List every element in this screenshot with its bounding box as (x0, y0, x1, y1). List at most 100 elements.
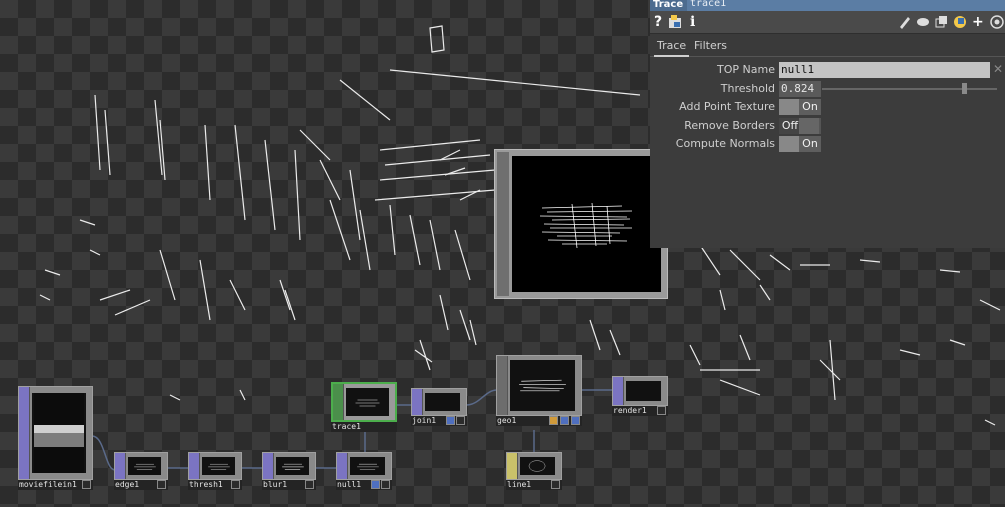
node-flag[interactable] (231, 480, 240, 489)
node-blur1[interactable]: blur1 (262, 452, 316, 490)
threshold-value-field[interactable]: 0.824 (779, 81, 821, 97)
node-edge1[interactable]: edge1 (114, 452, 168, 490)
threshold-slider[interactable] (822, 83, 997, 94)
toggle-knob (799, 118, 819, 134)
node-type-strip (19, 387, 30, 479)
node-thumbnail (128, 457, 161, 475)
node-thumbnail (425, 393, 460, 411)
compute-normals-toggle[interactable]: On (779, 136, 821, 152)
cam1-render-output (539, 202, 633, 249)
clone-icon[interactable] (934, 14, 948, 30)
param-label: Threshold (720, 82, 775, 95)
node-thumbnail (276, 457, 309, 475)
node-trace1-name: trace1 (331, 422, 397, 432)
param-label: TOP Name (717, 63, 775, 76)
node-thumbnail (32, 393, 86, 473)
node-thumbnail (350, 457, 385, 475)
operator-name-field[interactable]: trace1 (687, 0, 1005, 11)
python-icon[interactable] (953, 14, 967, 30)
panel-toolbar: ? i + (650, 11, 1005, 34)
node-render1[interactable]: render1 (612, 376, 668, 416)
add-icon[interactable]: + (972, 14, 984, 30)
param-row-remove-borders: Remove Borders Off (650, 118, 1005, 134)
node-type-strip (497, 356, 508, 415)
clear-field-icon[interactable]: ✕ (993, 62, 1003, 76)
parameter-tabs: Trace Filters (650, 34, 1005, 57)
node-body (188, 452, 242, 480)
toggle-state: On (799, 99, 821, 115)
param-label: Compute Normals (675, 137, 775, 150)
node-flag[interactable] (551, 480, 560, 489)
node-flag-display[interactable] (446, 416, 455, 425)
node-type-strip (412, 389, 423, 415)
node-join1[interactable]: join1 (411, 388, 467, 426)
movie-thumbnail (34, 393, 84, 473)
node-type-strip (613, 377, 624, 405)
operator-type-label: Trace (653, 0, 684, 10)
target-icon[interactable] (989, 14, 1005, 30)
node-flag[interactable] (157, 480, 166, 489)
node-type-strip (333, 384, 344, 420)
tab-trace[interactable]: Trace (654, 37, 690, 57)
node-geo1-name: geo1 (496, 416, 582, 426)
toggle-state: Off (779, 118, 801, 134)
toggle-state: On (799, 136, 821, 152)
viewer-side-strip (497, 152, 509, 296)
node-flag[interactable] (82, 480, 91, 489)
node-body (331, 382, 397, 422)
top-name-field[interactable]: null1 (779, 62, 990, 78)
add-point-texture-toggle[interactable]: On (779, 99, 821, 115)
node-null1[interactable]: null1 (336, 452, 392, 490)
help-icon[interactable]: ? (654, 14, 662, 30)
parameter-panel: Trace trace1 ? i + Trace Filters TOP Nam… (650, 0, 1005, 248)
node-thresh1[interactable]: thresh1 (188, 452, 242, 490)
node-thumbnail (346, 388, 389, 416)
node-thumbnail (510, 360, 575, 411)
threshold-slider-handle[interactable] (962, 83, 967, 94)
node-thumbnail (520, 457, 555, 475)
node-flag[interactable] (657, 406, 666, 415)
node-type-strip (337, 453, 348, 479)
param-row-top-name: TOP Name null1 ✕ (650, 62, 1005, 78)
node-type-strip (263, 453, 274, 479)
panel-titlebar: Trace trace1 (650, 0, 1005, 11)
toggle-knob (779, 99, 799, 115)
edit-icon[interactable] (898, 14, 912, 30)
node-geo1[interactable]: geo1 (496, 355, 582, 426)
python-script-icon[interactable] (668, 14, 682, 30)
node-trace1[interactable]: trace1 (331, 382, 397, 432)
cam1-viewer[interactable] (512, 156, 661, 292)
node-flag[interactable] (305, 480, 314, 489)
node-moviefilein1[interactable]: moviefilein1 (18, 386, 93, 490)
remove-borders-toggle[interactable]: Off (779, 118, 821, 134)
comment-icon[interactable] (916, 14, 930, 30)
node-line1[interactable]: line1 (506, 452, 562, 490)
node-body (411, 388, 467, 416)
node-flag-display[interactable] (371, 480, 380, 489)
tab-filters[interactable]: Filters (691, 37, 730, 55)
param-row-compute-normals: Compute Normals On (650, 136, 1005, 152)
node-flag[interactable] (456, 416, 465, 425)
node-flag-render[interactable] (571, 416, 580, 425)
info-icon[interactable]: i (690, 14, 695, 30)
node-flag-display[interactable] (560, 416, 569, 425)
param-label: Add Point Texture (679, 100, 775, 113)
node-body (18, 386, 93, 480)
node-body (262, 452, 316, 480)
param-label: Remove Borders (684, 119, 775, 132)
node-cam1[interactable]: cam1 (494, 149, 668, 309)
node-type-strip (507, 453, 518, 479)
param-row-add-point-texture: Add Point Texture On (650, 99, 1005, 115)
node-cam1-frame (494, 149, 668, 299)
node-type-strip (189, 453, 200, 479)
node-body (496, 355, 582, 416)
node-body (506, 452, 562, 480)
node-flag[interactable] (381, 480, 390, 489)
param-row-threshold: Threshold 0.824 (650, 81, 1005, 97)
toggle-knob (779, 136, 799, 152)
node-body (114, 452, 168, 480)
node-type-strip (115, 453, 126, 479)
node-body (336, 452, 392, 480)
node-thumbnail (202, 457, 235, 475)
node-flag-viewer[interactable] (549, 416, 558, 425)
